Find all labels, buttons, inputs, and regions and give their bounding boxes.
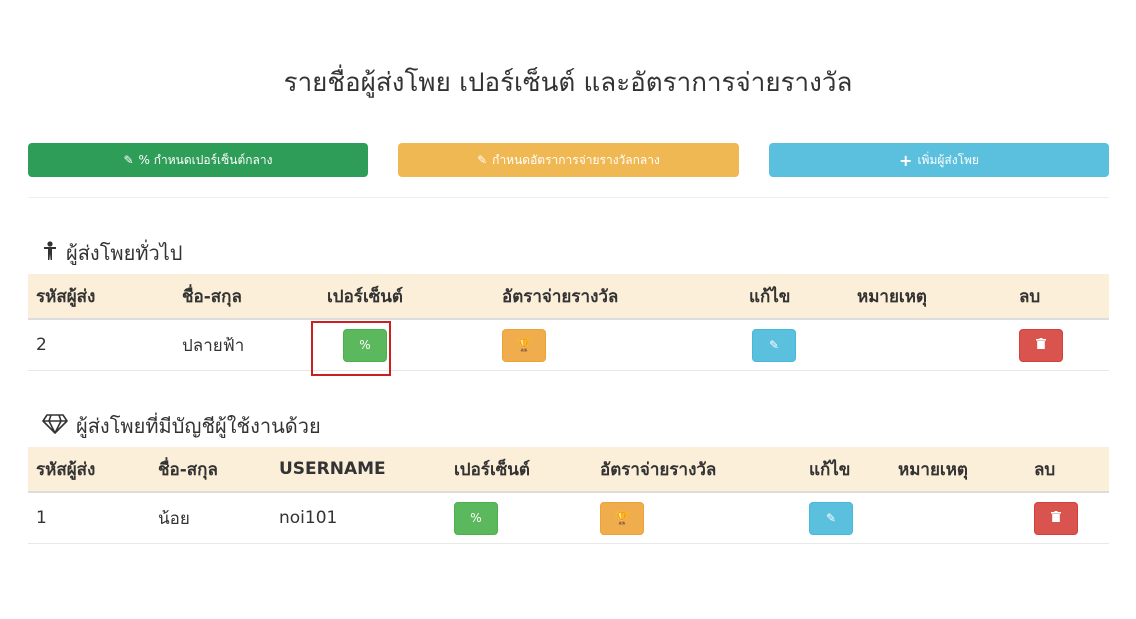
sender-username: noi101 [271, 492, 446, 544]
edit-button[interactable]: ✎ [752, 328, 796, 362]
account-senders-table: รหัสผู้ส่ง ชื่อ-สกุล USERNAME เปอร์เซ็นต… [28, 447, 1109, 544]
set-central-percent-label: % กำหนดเปอร์เซ็นต์กลาง [138, 152, 273, 167]
edit-icon: ✎ [768, 338, 780, 352]
set-central-payout-label: กำหนดอัตราการจ่ายรางวัลกลาง [492, 152, 660, 167]
col-sender-id: รหัสผู้ส่ง [28, 274, 174, 320]
col-sender-id: รหัสผู้ส่ง [28, 447, 150, 493]
percent-button[interactable]: % [343, 328, 387, 362]
sender-note [890, 492, 1026, 544]
col-payout: อัตราจ่ายรางวัล [494, 274, 741, 320]
add-sender-button[interactable]: + เพิ่มผู้ส่งโพย [769, 143, 1109, 177]
edit-button[interactable]: ✎ [809, 501, 853, 535]
payout-button[interactable]: 🏆 [600, 501, 644, 535]
person-icon [42, 240, 58, 266]
col-percent: เปอร์เซ็นต์ [319, 274, 494, 320]
pencil-icon: ✎ [123, 153, 134, 167]
set-central-payout-button[interactable]: ✎ กำหนดอัตราการจ่ายรางวัลกลาง [398, 143, 739, 177]
table-header-row: รหัสผู้ส่ง ชื่อ-สกุล USERNAME เปอร์เซ็นต… [28, 447, 1109, 493]
edit-icon: ✎ [825, 511, 837, 525]
delete-button[interactable] [1034, 501, 1078, 535]
col-name: ชื่อ-สกุล [174, 274, 319, 320]
accounts-section-label: ผู้ส่งโพยที่มีบัญชีผู้ใช้งานด้วย [76, 414, 321, 438]
col-edit: แก้ไข [801, 447, 890, 493]
trash-icon [1036, 338, 1046, 352]
col-delete: ลบ [1026, 447, 1109, 493]
trophy-icon: 🏆 [516, 338, 532, 352]
col-name: ชื่อ-สกุล [150, 447, 271, 493]
col-note: หมายเหตุ [849, 274, 1011, 320]
col-username: USERNAME [271, 447, 446, 493]
general-senders-table: รหัสผู้ส่ง ชื่อ-สกุล เปอร์เซ็นต์ อัตราจ่… [28, 274, 1109, 371]
page-title: รายชื่อผู้ส่งโพย เปอร์เซ็นต์ และอัตราการ… [283, 68, 853, 98]
add-sender-label: เพิ่มผู้ส่งโพย [917, 152, 979, 167]
table-row: 1 น้อย noi101 % 🏆 ✎ [28, 492, 1109, 544]
sender-name: ปลายฟ้า [174, 319, 319, 371]
col-percent: เปอร์เซ็นต์ [446, 447, 592, 493]
general-section-title: ผู้ส่งโพยทั่วไป [42, 237, 183, 269]
sender-name: น้อย [150, 492, 271, 544]
diamond-icon [42, 413, 68, 439]
percent-button[interactable]: % [454, 501, 498, 535]
payout-button[interactable]: 🏆 [502, 328, 546, 362]
col-note: หมายเหตุ [890, 447, 1026, 493]
divider [28, 197, 1109, 198]
table-header-row: รหัสผู้ส่ง ชื่อ-สกุล เปอร์เซ็นต์ อัตราจ่… [28, 274, 1109, 320]
general-section-label: ผู้ส่งโพยทั่วไป [66, 241, 183, 265]
col-delete: ลบ [1011, 274, 1109, 320]
trash-icon [1051, 511, 1061, 525]
accounts-section-title: ผู้ส่งโพยที่มีบัญชีผู้ใช้งานด้วย [42, 410, 321, 442]
sender-note [849, 319, 1011, 371]
col-payout: อัตราจ่ายรางวัล [592, 447, 801, 493]
pencil-icon: ✎ [477, 153, 488, 167]
set-central-percent-button[interactable]: ✎ % กำหนดเปอร์เซ็นต์กลาง [28, 143, 368, 177]
delete-button[interactable] [1019, 328, 1063, 362]
sender-id: 2 [28, 319, 174, 371]
col-edit: แก้ไข [741, 274, 849, 320]
sender-id: 1 [28, 492, 150, 544]
plus-icon: + [899, 150, 913, 170]
table-row: 2 ปลายฟ้า % 🏆 ✎ [28, 319, 1109, 371]
trophy-icon: 🏆 [614, 511, 630, 525]
